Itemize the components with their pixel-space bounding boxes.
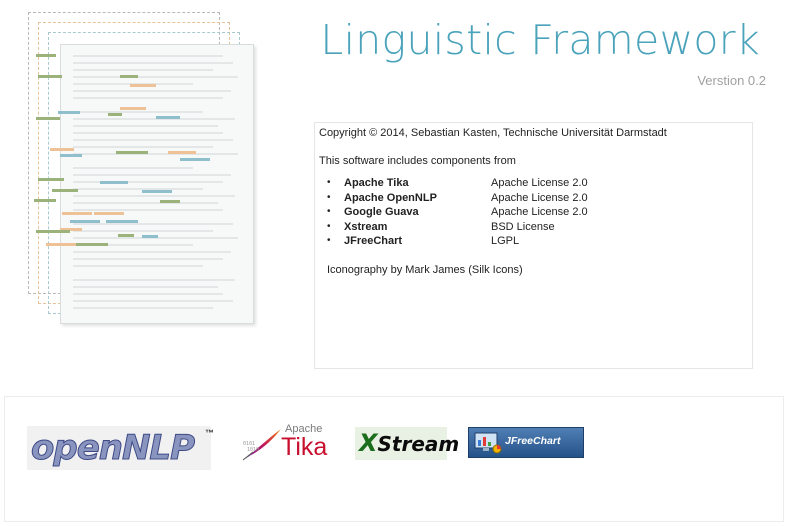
document-text-line (73, 223, 233, 225)
annotation-mark (70, 220, 100, 223)
document-text-line (73, 97, 223, 99)
component-license: Apache License 2.0 (491, 191, 588, 204)
annotation-mark (60, 154, 82, 157)
annotation-mark (34, 199, 56, 202)
document-text-line (73, 300, 233, 302)
document-text-line (73, 90, 231, 92)
document-text-line (73, 76, 238, 78)
component-name: Google Guava (344, 206, 419, 218)
document-text-line (73, 125, 218, 127)
trademark-symbol: ™ (205, 428, 214, 438)
opennlp-logo-text: openNLP (31, 428, 196, 469)
annotation-mark (160, 200, 180, 203)
feather-icon: 0101 1010 (242, 429, 281, 461)
annotation-mark (36, 54, 56, 57)
xstream-logo-rest: Stream (377, 432, 460, 456)
document-text-line (73, 139, 233, 141)
annotation-mark (168, 151, 196, 154)
document-text-line (73, 55, 223, 57)
annotation-mark (94, 212, 124, 215)
document-text-line (73, 167, 193, 169)
annotation-mark (142, 190, 172, 193)
opennlp-logo: openNLP ™ (27, 426, 214, 470)
xstream-logo-x: X (359, 429, 378, 457)
document-text-line (73, 174, 231, 176)
component-name: Xstream (344, 220, 388, 233)
annotation-mark (36, 230, 70, 233)
annotation-mark (100, 181, 128, 184)
document-text-line (73, 293, 223, 295)
document-text-line (73, 181, 223, 183)
document-text-line (73, 153, 238, 155)
tika-logo-text: Tika (281, 433, 328, 461)
includes-text: This software includes components from (319, 155, 516, 167)
copyright-text: Copyright © 2014, Sebastian Kasten, Tech… (319, 127, 667, 139)
apache-tika-logo: 0101 1010 Apache Tika (241, 423, 337, 465)
annotation-mark (38, 178, 64, 181)
jfreechart-logo: JFreeChart (468, 427, 584, 458)
annotation-mark (120, 107, 146, 110)
annotation-mark (36, 117, 60, 120)
document-text-line (73, 230, 213, 232)
monitor-chart-icon (474, 432, 502, 454)
document-text-line (73, 62, 233, 64)
iconography-credit: Iconography by Mark James (Silk Icons) (327, 264, 523, 276)
document-text-line (73, 132, 223, 134)
annotation-mark (62, 212, 92, 215)
logo-panel: openNLP ™ 0101 1010 Apache Tika XStream (4, 396, 784, 522)
svg-text:1010: 1010 (247, 447, 259, 453)
bullet: • (327, 220, 331, 232)
component-name: Apache OpenNLP (344, 191, 437, 204)
annotation-mark (76, 243, 108, 246)
document-text-line (73, 202, 218, 204)
document-text-line (73, 146, 213, 148)
component-name: JFreeChart (344, 235, 403, 247)
document-text-line (73, 265, 203, 267)
annotation-mark (130, 84, 156, 87)
document-text-line (73, 307, 213, 309)
component-name: Apache Tika (344, 177, 409, 189)
annotation-mark (118, 234, 134, 237)
component-license: Apache License 2.0 (491, 177, 588, 189)
component-license: BSD License (491, 220, 555, 233)
bullet: • (327, 191, 331, 203)
document-text-line (73, 286, 218, 288)
jfreechart-logo-text: JFreeChart (505, 435, 561, 447)
annotation-mark (116, 151, 148, 154)
document-page (60, 44, 254, 324)
annotation-mark (106, 220, 138, 223)
annotation-mark (38, 75, 62, 78)
bullet: • (327, 235, 331, 246)
annotation-mark (156, 116, 180, 119)
annotation-mark (52, 189, 78, 192)
bullet: • (327, 177, 331, 188)
annotation-mark (120, 75, 138, 78)
document-text-line (73, 258, 223, 260)
document-text-line (73, 279, 235, 281)
annotation-mark (46, 243, 76, 246)
document-text-line (73, 251, 231, 253)
document-text-line (73, 118, 235, 120)
about-info-box: Copyright © 2014, Sebastian Kasten, Tech… (314, 122, 753, 369)
document-text-line (73, 188, 203, 190)
app-title: Linguistic Framework (320, 16, 760, 64)
document-text-line (73, 69, 213, 71)
document-text-line (73, 111, 203, 113)
document-text-line (73, 195, 235, 197)
annotation-mark (108, 113, 122, 116)
annotation-mark (180, 158, 210, 161)
annotation-mark (50, 148, 74, 151)
document-text-line (73, 209, 223, 211)
annotation-mark (142, 235, 158, 238)
xstream-logo-text: XStream (359, 429, 459, 457)
bullet: • (327, 206, 331, 217)
component-license: Apache License 2.0 (491, 206, 588, 218)
app-version: Verstion 0.2 (697, 73, 766, 88)
component-license: LGPL (491, 235, 520, 247)
annotation-mark (58, 111, 80, 114)
document-stack-illustration (20, 8, 260, 328)
xstream-logo: XStream (355, 427, 459, 460)
